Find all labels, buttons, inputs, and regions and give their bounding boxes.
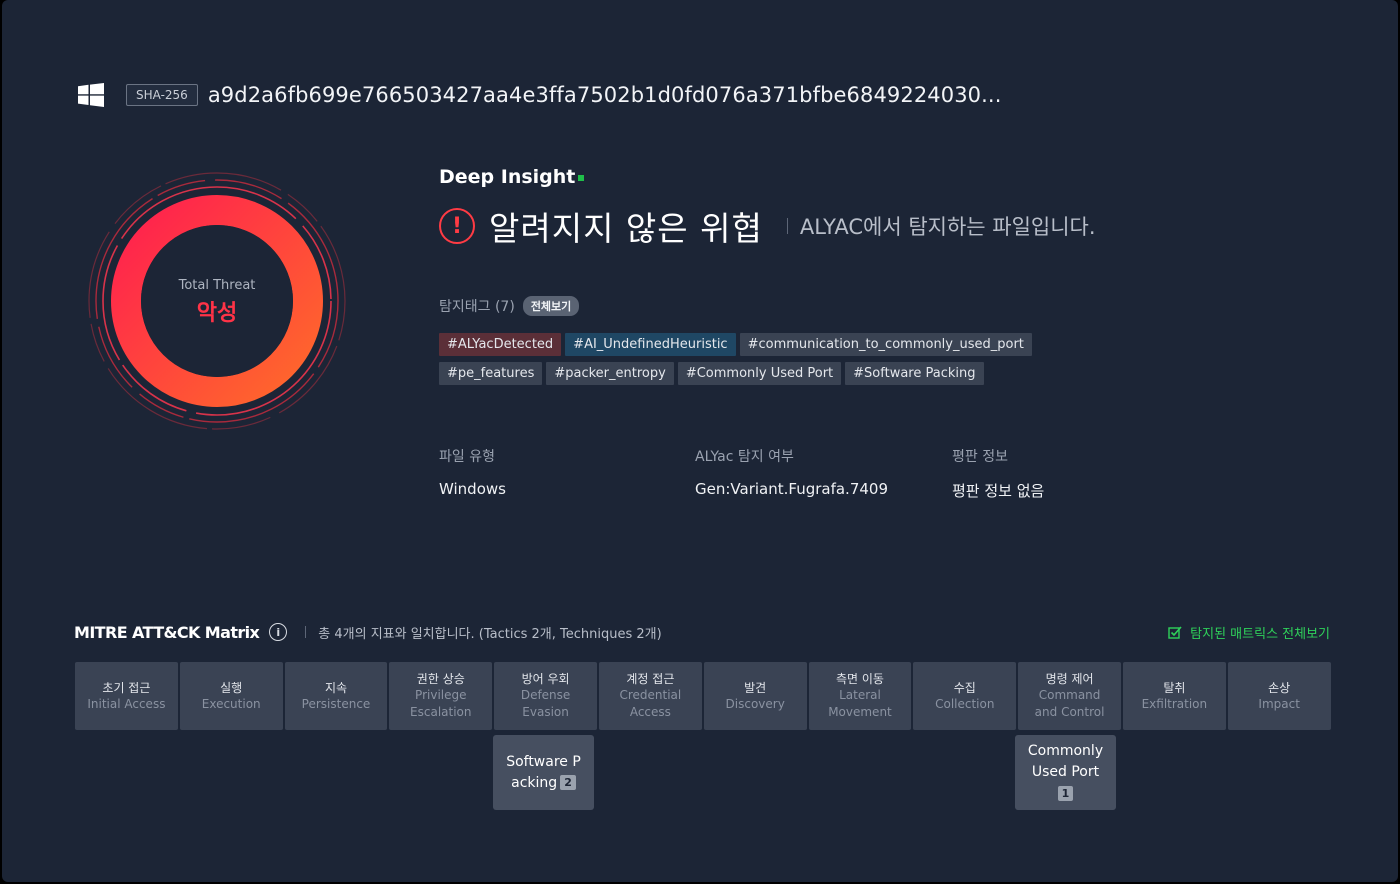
tag-item[interactable]: #ALYacDetected xyxy=(439,333,562,356)
tactic-ko-label: 손상 xyxy=(1268,680,1291,695)
tag-item[interactable]: #Commonly Used Port xyxy=(677,362,842,385)
tactic-initial-access[interactable]: 초기 접근 Initial Access xyxy=(75,662,178,730)
tactic-ko-label: 수집 xyxy=(953,680,976,695)
technique-label-line1: Commonly xyxy=(1027,743,1104,759)
app-frame: SHA-256 a9d2a6fb699e766503427aa4e3ffa750… xyxy=(2,0,1398,882)
tactic-en-label: Credential Access xyxy=(619,688,682,719)
tactic-en-label: Defense Evasion xyxy=(520,688,571,719)
divider xyxy=(786,218,788,234)
tactic-en-label: Command and Control xyxy=(1034,688,1105,719)
alyac-detect-label: ALYac 탐지 여부 xyxy=(695,449,794,465)
tag-item[interactable]: #AI_UndefinedHeuristic xyxy=(565,333,736,356)
info-icon[interactable]: i xyxy=(269,623,288,641)
verdict-row: ! 알려지지 않은 위협 ALYAC에서 탐지하는 파일입니다. xyxy=(439,202,1096,250)
reputation-value: 평판 정보 없음 xyxy=(952,482,1045,500)
status-dot-icon xyxy=(578,175,585,181)
technique-count-badge: 1 xyxy=(1057,785,1074,801)
tag-item[interactable]: #pe_features xyxy=(439,362,543,385)
tactic-en-label: Privilege Escalation xyxy=(410,688,472,719)
tag-item[interactable]: #communication_to_commonly_used_port xyxy=(739,333,1032,356)
threat-summary: Total Threat 악성 xyxy=(84,278,350,327)
tactic-impact[interactable]: 손상 Impact xyxy=(1227,662,1331,730)
tactic-en-label: Discovery xyxy=(725,696,785,711)
tactic-ko-label: 권한 상승 xyxy=(416,672,465,686)
tactic-command-and-control[interactable]: 명령 제어 Command and Control xyxy=(1018,662,1121,730)
view-detected-matrix-label: 탐지된 매트릭스 전체보기 xyxy=(1190,626,1330,642)
technique-label-line1: Software P xyxy=(506,753,581,770)
tactic-ko-label: 방어 우회 xyxy=(521,672,570,686)
tactic-ko-label: 실행 xyxy=(220,680,243,695)
insight-panel: Deep Insight ! 알려지지 않은 위협 ALYAC에서 탐지하는 파… xyxy=(439,166,1096,250)
warning-icon: ! xyxy=(439,208,475,244)
alyac-detect-info: ALYac 탐지 여부 Gen:Variant.Fugrafa.7409 xyxy=(695,446,888,498)
verdict-description: ALYAC에서 탐지하는 파일입니다. xyxy=(799,215,1096,239)
tactic-ko-label: 탈취 xyxy=(1163,680,1186,695)
view-detected-matrix-link[interactable]: 탐지된 매트릭스 전체보기 xyxy=(1168,623,1330,642)
tactic-en-label: Impact xyxy=(1258,696,1300,711)
matrix-title: MITRE ATT&CK Matrix xyxy=(74,622,260,642)
tactic-en-label: Initial Access xyxy=(87,696,166,711)
technique-label-line2: Used Port xyxy=(1031,764,1100,780)
tactic-ko-label: 명령 제어 xyxy=(1045,672,1094,686)
tactic-privilege-escalation[interactable]: 권한 상승 Privilege Escalation xyxy=(389,662,493,730)
divider xyxy=(305,626,307,638)
tactic-execution[interactable]: 실행 Execution xyxy=(179,662,283,730)
tactic-en-label: Exfiltration xyxy=(1141,696,1208,711)
tactic-en-label: Execution xyxy=(201,696,261,711)
tactic-ko-label: 지속 xyxy=(324,680,348,695)
hash-row: SHA-256 a9d2a6fb699e766503427aa4e3ffa750… xyxy=(78,80,1001,110)
insight-title-row: Deep Insight xyxy=(439,166,1096,188)
windows-icon xyxy=(78,83,104,107)
technique-label-line2: acking xyxy=(511,774,558,791)
matrix-description: 총 4개의 지표와 일치합니다. (Tactics 2개, Techniques… xyxy=(318,626,662,642)
technique-count-badge: 2 xyxy=(560,775,576,790)
tags-header: 탐지태그 (7) 전체보기 xyxy=(439,296,580,316)
reputation-label: 평판 정보 xyxy=(952,449,1008,465)
tactic-lateral-movement[interactable]: 측면 이동 Lateral Movement xyxy=(808,662,912,730)
tactics-row: 초기 접근 Initial Access 실행 Execution 지속 Per… xyxy=(75,662,1331,730)
tactic-en-label: Collection xyxy=(935,696,995,711)
technique-software-packing[interactable]: Software P acking 2 xyxy=(493,735,594,810)
tactic-en-label: Persistence xyxy=(301,696,371,711)
reputation-info: 평판 정보 평판 정보 없음 xyxy=(952,446,1044,501)
total-threat-label: Total Threat xyxy=(178,278,256,293)
tags-view-all-button[interactable]: 전체보기 xyxy=(522,296,580,316)
verdict-title: 알려지지 않은 위협 xyxy=(489,209,763,248)
tactic-defense-evasion[interactable]: 방어 우회 Defense Evasion xyxy=(494,662,597,730)
checkbox-icon xyxy=(1168,626,1182,639)
tactic-credential-access[interactable]: 계정 접근 Credential Access xyxy=(598,662,702,730)
tactic-ko-label: 발견 xyxy=(744,680,767,695)
tag-list: #ALYacDetected #AI_UndefinedHeuristic #c… xyxy=(439,333,1119,385)
tactic-discovery[interactable]: 발견 Discovery xyxy=(703,662,807,730)
tactic-ko-label: 초기 접근 xyxy=(102,680,151,695)
tactic-persistence[interactable]: 지속 Persistence xyxy=(284,662,388,730)
tag-item[interactable]: #Software Packing xyxy=(845,362,984,385)
technique-commonly-used-port[interactable]: Commonly Used Port 1 xyxy=(1015,735,1116,810)
insight-title: Deep Insight xyxy=(439,166,576,188)
tag-item[interactable]: #packer_entropy xyxy=(546,362,674,385)
tactic-collection[interactable]: 수집 Collection xyxy=(913,662,1017,730)
threat-level: 악성 xyxy=(196,301,238,326)
alyac-detect-value: Gen:Variant.Fugrafa.7409 xyxy=(695,480,888,498)
tactic-ko-label: 계정 접근 xyxy=(626,672,675,686)
file-type-label: 파일 유형 xyxy=(439,449,495,465)
hash-value[interactable]: a9d2a6fb699e766503427aa4e3ffa7502b1d0fd0… xyxy=(208,83,1002,107)
tactic-exfiltration[interactable]: 탈취 Exfiltration xyxy=(1122,662,1226,730)
hash-type-badge: SHA-256 xyxy=(126,84,198,106)
file-type-info: 파일 유형 Windows xyxy=(439,446,506,498)
tags-label: 탐지태그 (7) xyxy=(439,299,515,315)
file-type-value: Windows xyxy=(439,480,506,498)
matrix-header: MITRE ATT&CK Matrix i 총 4개의 지표와 일치합니다. (… xyxy=(74,620,1330,644)
tactic-en-label: Lateral Movement xyxy=(828,688,892,719)
tactic-ko-label: 측면 이동 xyxy=(835,672,884,686)
